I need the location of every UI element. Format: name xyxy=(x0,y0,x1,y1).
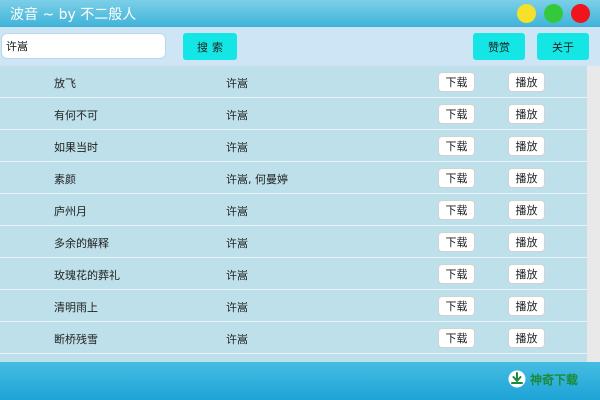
artist-name: 许嵩 xyxy=(226,333,248,346)
play-button[interactable]: 播放 xyxy=(508,264,545,284)
donate-button[interactable]: 赞赏 xyxy=(473,33,525,60)
download-button[interactable]: 下载 xyxy=(438,72,475,92)
table-row[interactable]: 断桥残雪 许嵩 下载 播放 xyxy=(0,322,587,354)
song-title: 庐州月 xyxy=(54,205,87,218)
artist-name: 许嵩 xyxy=(226,77,248,90)
play-button[interactable]: 播放 xyxy=(508,200,545,220)
play-button[interactable]: 播放 xyxy=(508,168,545,188)
play-button[interactable]: 播放 xyxy=(508,136,545,156)
table-row[interactable]: 庐州月 许嵩 下载 播放 xyxy=(0,194,587,226)
song-list[interactable]: 放飞 许嵩 下载 播放 有何不可 许嵩 下载 播放 如果当时 许嵩 下载 播放 … xyxy=(0,66,587,362)
artist-name: 许嵩 xyxy=(226,141,248,154)
download-button[interactable]: 下载 xyxy=(438,296,475,316)
play-button[interactable]: 播放 xyxy=(508,232,545,252)
download-logo-icon xyxy=(508,370,526,388)
artist-name: 许嵩 xyxy=(226,205,248,218)
song-title: 多余的解释 xyxy=(54,237,109,250)
table-row[interactable]: 如果当时 许嵩 下载 播放 xyxy=(0,130,587,162)
artist-name: 许嵩 xyxy=(226,269,248,282)
song-title: 有何不可 xyxy=(54,109,98,122)
play-button[interactable]: 播放 xyxy=(508,104,545,124)
download-button[interactable]: 下载 xyxy=(438,264,475,284)
song-title: 断桥残雪 xyxy=(54,333,98,346)
song-title: 玫瑰花的葬礼 xyxy=(54,269,120,282)
play-button[interactable]: 播放 xyxy=(508,296,545,316)
toolbar: 搜索 赞赏 关于 xyxy=(0,27,600,66)
watermark: 神奇下载 xyxy=(508,368,578,390)
title-bar[interactable]: 波音 ~ by 不二般人 xyxy=(0,0,600,27)
download-button[interactable]: 下载 xyxy=(438,232,475,252)
song-title: 如果当时 xyxy=(54,141,98,154)
window-title: 波音 ~ by 不二般人 xyxy=(10,7,137,23)
play-button[interactable]: 播放 xyxy=(508,72,545,92)
play-button[interactable]: 播放 xyxy=(508,328,545,348)
watermark-text: 神奇下载 xyxy=(530,372,579,387)
download-button[interactable]: 下载 xyxy=(438,168,475,188)
search-input[interactable] xyxy=(1,33,166,59)
close-button[interactable] xyxy=(571,4,590,23)
download-button[interactable]: 下载 xyxy=(438,104,475,124)
list-scrollbar[interactable] xyxy=(587,66,600,362)
artist-name: 许嵩 xyxy=(226,237,248,250)
song-title: 素颜 xyxy=(54,173,76,186)
artist-name: 许嵩, 何曼婷 xyxy=(226,173,288,186)
table-row[interactable]: 清明雨上 许嵩 下载 播放 xyxy=(0,290,587,322)
maximize-button[interactable] xyxy=(544,4,563,23)
download-button[interactable]: 下载 xyxy=(438,136,475,156)
song-title: 放飞 xyxy=(54,77,76,90)
table-row[interactable]: 素颜 许嵩, 何曼婷 下载 播放 xyxy=(0,162,587,194)
artist-name: 许嵩 xyxy=(226,301,248,314)
search-button[interactable]: 搜索 xyxy=(183,33,237,60)
table-row[interactable]: 放飞 许嵩 下载 播放 xyxy=(0,66,587,98)
about-button[interactable]: 关于 xyxy=(537,33,589,60)
table-row[interactable]: 有何不可 许嵩 下载 播放 xyxy=(0,98,587,130)
artist-name: 许嵩 xyxy=(226,109,248,122)
table-row[interactable]: 玫瑰花的葬礼 许嵩 下载 播放 xyxy=(0,258,587,290)
table-row[interactable]: 多余的解释 许嵩 下载 播放 xyxy=(0,226,587,258)
download-button[interactable]: 下载 xyxy=(438,328,475,348)
download-button[interactable]: 下载 xyxy=(438,200,475,220)
minimize-button[interactable] xyxy=(517,4,536,23)
song-title: 清明雨上 xyxy=(54,301,98,314)
